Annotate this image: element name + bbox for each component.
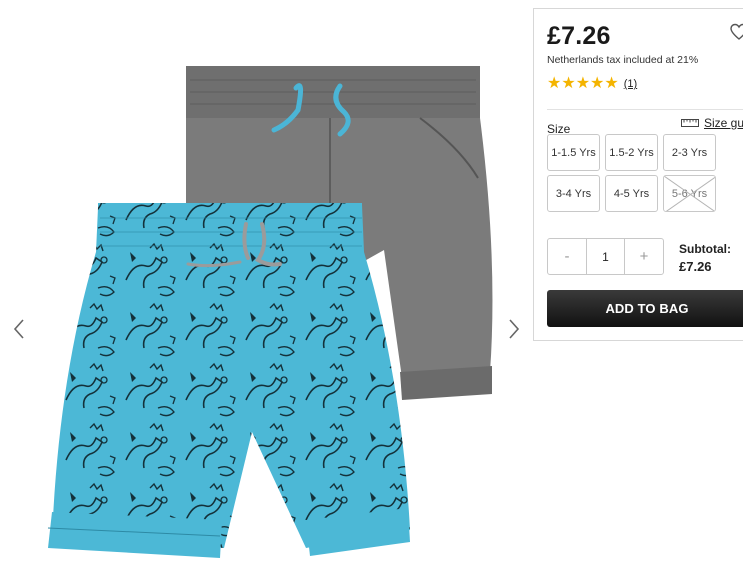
ruler-icon <box>681 119 699 127</box>
star-icon: ★ <box>575 75 591 92</box>
product-gallery <box>0 0 532 578</box>
subtotal: Subtotal: £7.26 <box>679 241 731 275</box>
chevron-left-icon <box>13 319 24 339</box>
product-panel: £7.26 Netherlands tax included at 21% ★ … <box>533 8 743 341</box>
wishlist-button[interactable] <box>730 23 743 46</box>
chevron-right-icon <box>509 319 520 339</box>
size-option-2-3-yrs[interactable]: 2-3 Yrs <box>663 134 716 171</box>
product-image <box>47 66 493 558</box>
star-icon: ★ <box>590 75 605 92</box>
size-guide-link[interactable]: Size guide <box>681 116 743 130</box>
star-icon: ★ <box>547 75 562 92</box>
tax-note: Netherlands tax included at 21% <box>547 54 699 66</box>
star-icon: ★ <box>604 75 619 92</box>
subtotal-label: Subtotal: <box>679 242 731 256</box>
quantity-stepper: - + <box>547 238 664 275</box>
quantity-input[interactable] <box>586 239 625 274</box>
review-count-link[interactable]: (1) <box>624 78 637 90</box>
unavailable-cross-icon <box>664 176 715 211</box>
subtotal-value: £7.26 <box>679 259 712 274</box>
size-option-1-1.5-yrs[interactable]: 1-1.5 Yrs <box>547 134 600 171</box>
quantity-decrease-button[interactable]: - <box>548 239 586 274</box>
size-option-4-5-yrs[interactable]: 4-5 Yrs <box>605 175 658 212</box>
size-option-3-4-yrs[interactable]: 3-4 Yrs <box>547 175 600 212</box>
heart-icon <box>730 23 743 40</box>
size-option-1.5-2-yrs[interactable]: 1.5-2 Yrs <box>605 134 658 171</box>
gallery-next-button[interactable] <box>503 314 525 344</box>
add-to-bag-button[interactable]: ADD TO BAG <box>547 290 743 327</box>
product-rating: ★ ★ ★ ★ ★ (1) <box>547 76 637 92</box>
size-option-5-6-yrs-unavailable[interactable]: 5-6 Yrs <box>663 175 716 212</box>
divider <box>547 109 743 110</box>
product-price: £7.26 <box>547 22 611 50</box>
quantity-increase-button[interactable]: + <box>625 239 663 274</box>
size-guide-label: Size guide <box>704 116 743 130</box>
star-icon: ★ <box>561 75 576 92</box>
gallery-prev-button[interactable] <box>8 314 30 344</box>
